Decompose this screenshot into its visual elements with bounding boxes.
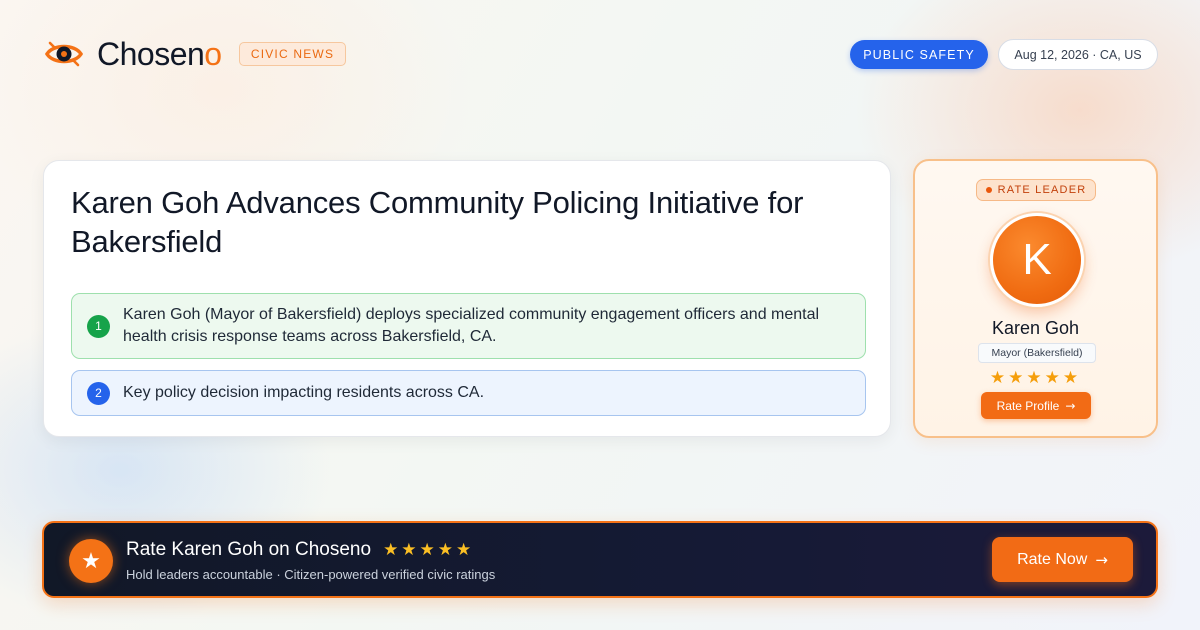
key-point-1: 1 Karen Goh (Mayor of Bakersfield) deplo… — [71, 293, 866, 359]
key-point-text: Karen Goh (Mayor of Bakersfield) deploys… — [123, 306, 820, 345]
civic-news-tag: CIVIC NEWS — [239, 42, 346, 66]
leader-name: Karen Goh — [991, 318, 1080, 338]
arrow-right-icon: → — [1065, 398, 1076, 413]
star-icons: ★★★★★ — [989, 368, 1082, 388]
key-point-text: Key policy decision impacting residents … — [123, 384, 485, 401]
category-badge[interactable]: PUBLIC SAFETY — [850, 40, 988, 69]
rate-profile-label: Rate Profile — [996, 398, 1060, 413]
rate-leader-label: RATE LEADER — [997, 184, 1087, 196]
leader-card: RATE LEADER K Karen Goh Mayor (Bakersfie… — [913, 159, 1158, 438]
article-card: Karen Goh Advances Community Policing In… — [43, 160, 891, 437]
star-icons: ★★★★★ — [383, 540, 475, 560]
rate-now-label: Rate Now — [1017, 550, 1088, 568]
cta-title: Rate Karen Goh on Choseno ★★★★★ — [126, 539, 474, 561]
key-point-number: 2 — [87, 381, 110, 405]
eye-icon — [45, 41, 83, 67]
arrow-right-icon: → — [1095, 550, 1108, 569]
rate-cta-bar: ★ Rate Karen Goh on Choseno ★★★★★ Hold l… — [42, 521, 1158, 598]
rate-leader-badge: RATE LEADER — [976, 179, 1096, 201]
avatar: K — [990, 213, 1084, 307]
rate-now-button[interactable]: Rate Now → — [992, 537, 1133, 582]
key-point-number: 1 — [87, 314, 110, 338]
article-headline: Karen Goh Advances Community Policing In… — [71, 185, 804, 259]
cta-title-text: Rate Karen Goh on Choseno — [126, 539, 372, 560]
leader-role-badge: Mayor (Bakersfield) — [978, 343, 1096, 363]
star-icon: ★ — [69, 539, 113, 583]
brand-logo[interactable]: Choseno — [44, 35, 222, 73]
brand-name: Choseno — [97, 35, 222, 72]
dot-icon — [985, 187, 992, 193]
leader-rating-stars: ★★★★★ — [915, 368, 1156, 388]
date-location-badge: Aug 12, 2026 · CA, US — [998, 39, 1158, 70]
cta-subtitle: Hold leaders accountable · Citizen-power… — [126, 567, 496, 582]
key-point-2: 2 Key policy decision impacting resident… — [71, 370, 866, 416]
rate-profile-button[interactable]: Rate Profile → — [981, 392, 1091, 419]
